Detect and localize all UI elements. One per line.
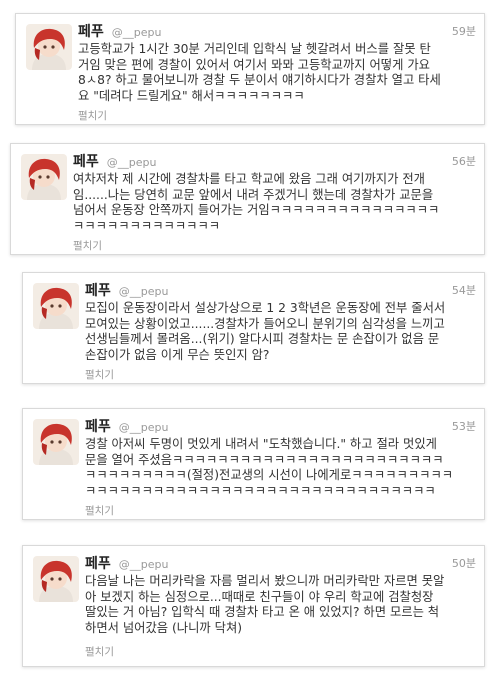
user-handle[interactable]: @__pepu: [119, 421, 169, 434]
user-handle[interactable]: @__pepu: [119, 558, 169, 571]
tweet-text-line: 모집이 운동장이라서 설상가상으로 1 2 3학년은 운동장에 전부 줄서서: [85, 301, 446, 315]
tweet-card: 페푸 @__pepu 59분 고등학교가 1시간 30분 거리인데 입학식 날 헷…: [15, 13, 485, 125]
tweet-text: 여차저차 제 시간에 경찰차를 타고 학교에 왔음 그래 여기까지가 전개 임.…: [73, 172, 474, 234]
tweet-text: 다음날 나는 머리카락을 자름 멀리서 봤으니까 머리카락만 자르면 못알 아 …: [85, 574, 474, 636]
tweet-text-line: 하면서 넘어갔음 (나니까 닥쳐): [85, 620, 243, 635]
avatar[interactable]: [33, 283, 79, 329]
tweet-text: 모집이 운동장이라서 설상가상으로 1 2 3학년은 운동장에 전부 줄서서 모…: [85, 301, 474, 363]
timestamp[interactable]: 53분: [452, 418, 476, 434]
display-name[interactable]: 페푸: [85, 419, 111, 435]
tweet-text-line: ㅋㅋㅋㅋㅋㅋㅋㅋㅋㅋㅋㅋㅋ: [73, 218, 221, 233]
display-name[interactable]: 페푸: [73, 154, 99, 170]
expand-link[interactable]: 펼치기: [73, 238, 102, 253]
tweet-header: 페푸 @__pepu 56분: [73, 151, 476, 170]
user-handle[interactable]: @__pepu: [119, 285, 169, 298]
tweet-header: 페푸 @__pepu 50분: [85, 553, 476, 572]
user-handle[interactable]: @__pepu: [112, 26, 162, 39]
expand-link[interactable]: 펼치기: [78, 108, 107, 123]
display-name[interactable]: 페푸: [85, 283, 111, 299]
tweet-text-line: ㅋㅋㅋㅋㅋㅋㅋㅋㅋㅋㅋㅋㅋㅋㅋㅋㅋㅋㅋㅋㅋㅋㅋㅋㅋㅋㅋㅋㅋㅋㅋ: [85, 483, 436, 498]
tweet-text: 고등학교가 1시간 30분 거리인데 입학식 날 헷갈려서 버스를 잘못 탄 거…: [78, 42, 474, 104]
expand-link[interactable]: 펼치기: [85, 503, 114, 518]
tweet-text-line: 경찰 아저씨 두명이 멋있게 내려서 "도착했습니다." 하고 절라 멋있게: [85, 437, 437, 451]
timestamp[interactable]: 54분: [452, 282, 476, 298]
tweet-text-line: 모여있는 상황이었고......경찰차가 들어오니 분위기의 심각성을 느끼고: [85, 316, 445, 331]
tweet-text-line: ㅋㅋㅋㅋㅋㅋㅋㅋㅋ(절정)전교생의 시선이 나에게로ㅋㅋㅋㅋㅋㅋㅋㅋㅋ: [85, 468, 454, 483]
avatar[interactable]: [33, 556, 79, 602]
avatar[interactable]: [26, 24, 72, 70]
expand-link[interactable]: 펼치기: [85, 644, 114, 659]
tweet-text-line: 선생님들께서 몰려옴...(위기) 알다시피 경찰차는 문 손잡이가 없음 문: [85, 332, 440, 347]
tweet-header: 페푸 @__pepu 59분: [78, 21, 476, 40]
avatar[interactable]: [21, 154, 67, 200]
user-handle[interactable]: @__pepu: [107, 156, 157, 169]
tweet-text-line: 여차저차 제 시간에 경찰차를 타고 학교에 왔음 그래 여기까지가 전개: [73, 172, 425, 186]
display-name[interactable]: 페푸: [85, 556, 111, 572]
tweet-text-line: 거임 맞은 편에 경찰이 있어서 여기서 뫄뫄 고등학교까지 어떻게 가요: [78, 57, 430, 72]
tweet-header: 페푸 @__pepu 53분: [85, 416, 476, 435]
tweet-card: 페푸 @__pepu 56분 여차저차 제 시간에 경찰차를 타고 학교에 왔음 …: [10, 143, 485, 255]
tweet-text-line: 아 보겠지 하는 심정으로...때때로 친구들이 야 우리 학교에 검찰청장: [85, 589, 434, 604]
timestamp[interactable]: 56분: [452, 153, 476, 169]
tweet-text-line: 임......나는 당연히 교문 앞에서 내려 주겠거니 했는데 경찰차가 교문…: [73, 187, 434, 202]
avatar[interactable]: [33, 419, 79, 465]
tweet-text-line: 문을 열어 주셨음ㅋㅋㅋㅋㅋㅋㅋㅋㅋㅋㅋㅋㅋㅋㅋㅋㅋㅋㅋㅋㅋㅋㅋㅋ: [85, 452, 444, 467]
tweet-card: 페푸 @__pepu 54분 모집이 운동장이라서 설상가상으로 1 2 3학년은…: [22, 272, 485, 384]
tweet-text-line: 8ㅅ8? 하고 물어보니까 경찰 두 분이서 얘기하시다가 경찰차 열고 타세: [78, 73, 441, 88]
tweet-header: 페푸 @__pepu 54분: [85, 280, 476, 299]
tweet-text-line: 다음날 나는 머리카락을 자름 멀리서 봤으니까 머리카락만 자르면 못알: [85, 574, 445, 588]
timestamp[interactable]: 59분: [452, 23, 476, 39]
tweet-text-line: 딸있는 거 아님? 입학식 때 경찰차 타고 온 애 있었지? 하면 모르는 척: [85, 605, 440, 620]
tweet-text-line: 요 "데려다 드릴게요" 해서ㅋㅋㅋㅋㅋㅋㅋㅋ: [78, 88, 305, 103]
tweet-text-line: 고등학교가 1시간 30분 거리인데 입학식 날 헷갈려서 버스를 잘못 탄: [78, 42, 431, 56]
tweet-text-line: 넘어서 운동장 안쪽까지 들어가는 거임ㅋㅋㅋㅋㅋㅋㅋㅋㅋㅋㅋㅋㅋㅋㅋ: [73, 203, 440, 218]
tweet-card: 페푸 @__pepu 50분 다음날 나는 머리카락을 자름 멀리서 봤으니까 머…: [22, 545, 485, 667]
expand-link[interactable]: 펼치기: [85, 367, 114, 382]
tweet-text-line: 손잡이가 없음 이게 무슨 뜻인지 암?: [85, 347, 270, 362]
tweet-text: 경찰 아저씨 두명이 멋있게 내려서 "도착했습니다." 하고 절라 멋있게 문…: [85, 437, 474, 499]
timestamp[interactable]: 50분: [452, 555, 476, 571]
display-name[interactable]: 페푸: [78, 24, 104, 40]
tweet-card: 페푸 @__pepu 53분 경찰 아저씨 두명이 멋있게 내려서 "도착했습니다…: [22, 408, 485, 520]
